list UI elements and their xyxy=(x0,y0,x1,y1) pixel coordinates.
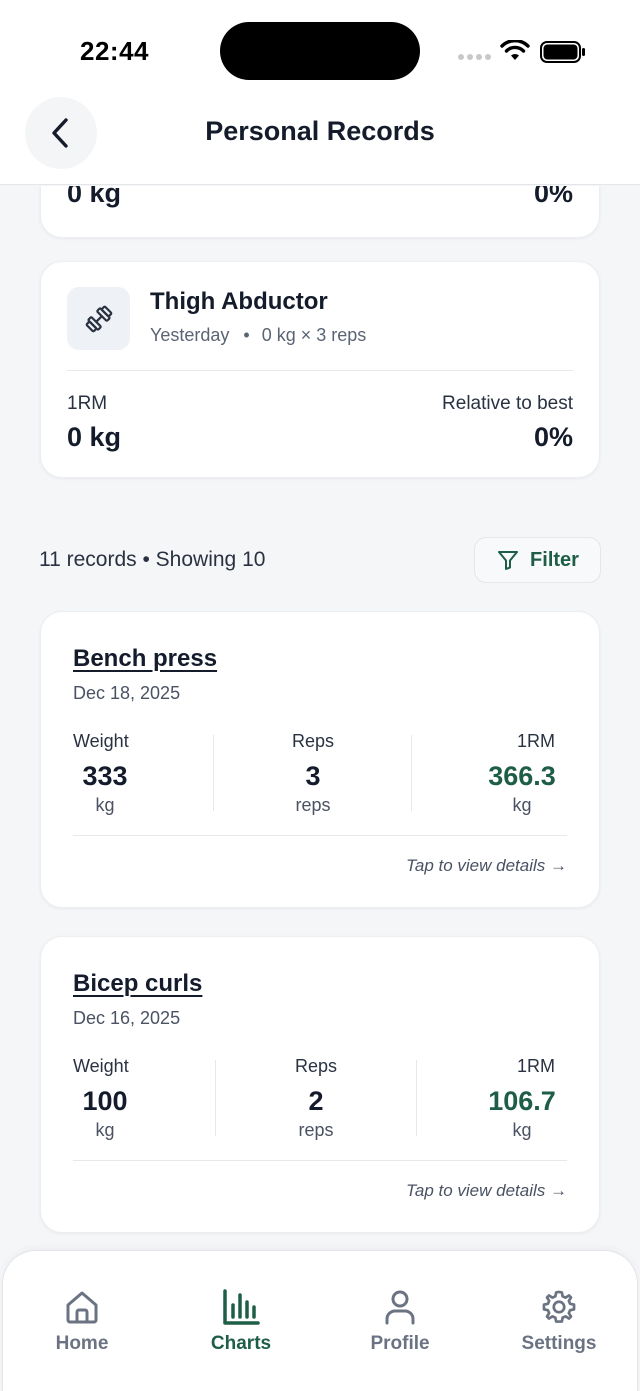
tab-charts[interactable]: Charts xyxy=(181,1287,301,1357)
dynamic-island xyxy=(220,22,420,80)
dumbbell-icon xyxy=(85,305,112,332)
tab-label: Charts xyxy=(210,1333,272,1354)
record-date: Dec 16, 2025 xyxy=(73,1008,181,1028)
record-card[interactable]: Bicep curls Dec 16, 2025 Weight 100 kg R… xyxy=(40,936,600,1233)
relative-label: Relative to best xyxy=(442,393,573,414)
exercise-meta: Yesterday • 0 kg × 3 reps xyxy=(150,325,366,346)
stat-value: 2 xyxy=(308,1086,324,1116)
meta-separator: • xyxy=(243,325,250,345)
stat-divider xyxy=(411,735,412,811)
relative-value: 0% xyxy=(533,186,573,208)
stat-one-rm: 1RM 106.7 kg xyxy=(477,1056,567,1140)
one-rm-value: 0 kg xyxy=(67,186,122,208)
status-bar: 22:44 xyxy=(0,0,640,100)
one-rm-value: 0 kg xyxy=(67,422,122,452)
pr-card[interactable]: Thigh Abductor Yesterday • 0 kg × 3 reps 1… xyxy=(40,261,600,478)
stat-label: Reps xyxy=(291,731,335,751)
stat-value: 106.7 xyxy=(488,1086,556,1116)
stat-label: 1RM xyxy=(516,731,555,751)
record-stats: Weight 100 kg Reps 2 reps 1RM 106.7 kg xyxy=(73,1056,567,1140)
status-icons xyxy=(458,38,588,66)
stat-unit: kg xyxy=(512,1120,532,1140)
divider xyxy=(67,370,573,371)
divider xyxy=(73,1160,567,1161)
person-icon xyxy=(385,1290,415,1325)
stat-value: 366.3 xyxy=(488,761,556,791)
stat-unit: reps xyxy=(298,1120,334,1140)
tab-label: Profile xyxy=(370,1333,430,1354)
stat-divider xyxy=(213,735,214,811)
exercise-set: 0 kg × 3 reps xyxy=(261,325,367,345)
tab-home[interactable]: Home xyxy=(22,1287,142,1357)
stat-reps: Reps 3 reps xyxy=(263,731,363,815)
record-name-link[interactable]: Bench press xyxy=(73,645,217,673)
cellular-signal-icon xyxy=(458,54,491,60)
record-name-link[interactable]: Bicep curls xyxy=(73,970,202,998)
stat-value: 3 xyxy=(305,761,321,791)
tab-label: Settings xyxy=(521,1333,597,1354)
stat-unit: kg xyxy=(95,795,115,815)
stat-divider xyxy=(215,1060,216,1136)
tab-bar: Home Charts Profile Settings xyxy=(2,1250,638,1391)
view-details-link[interactable]: Tap to view details → xyxy=(406,856,567,876)
stat-label: Reps xyxy=(294,1056,338,1076)
stat-unit: kg xyxy=(95,1120,115,1140)
one-rm-label: 1RM xyxy=(67,393,108,414)
exercise-when: Yesterday xyxy=(150,325,230,345)
stat-unit: reps xyxy=(295,795,331,815)
page-title: Personal Records xyxy=(205,116,435,146)
tab-settings[interactable]: Settings xyxy=(499,1287,619,1357)
exercise-icon-box xyxy=(67,287,130,350)
record-date: Dec 18, 2025 xyxy=(73,683,181,703)
record-card[interactable]: Bench press Dec 18, 2025 Weight 333 kg R… xyxy=(40,611,600,908)
view-details-link[interactable]: Tap to view details → xyxy=(406,1181,567,1201)
stat-value: 100 xyxy=(82,1086,128,1116)
scroll-content[interactable]: 0 kg 0% Thigh Abductor Yesterday • 0 kg × … xyxy=(0,186,640,1250)
exercise-name: Thigh Abductor xyxy=(150,288,328,315)
stat-label: Weight xyxy=(73,731,129,751)
pr-card[interactable]: 0 kg 0% xyxy=(40,186,600,238)
filter-icon xyxy=(498,551,519,570)
stat-label: Weight xyxy=(73,1056,129,1076)
screen: 22:44 Personal Records 0 kg 0% Thigh Abd… xyxy=(0,0,640,1391)
record-stats: Weight 333 kg Reps 3 reps 1RM 366.3 kg xyxy=(73,731,567,815)
bar-chart-icon xyxy=(223,1289,260,1325)
stat-divider xyxy=(416,1060,417,1136)
stat-unit: kg xyxy=(512,795,532,815)
filter-button[interactable]: Filter xyxy=(474,537,601,583)
status-time: 22:44 xyxy=(80,36,149,66)
home-icon xyxy=(66,1291,98,1324)
stat-weight: Weight 100 kg xyxy=(73,1056,137,1140)
gear-icon xyxy=(542,1290,576,1323)
tab-profile[interactable]: Profile xyxy=(340,1287,460,1357)
tab-label: Home xyxy=(55,1333,109,1354)
nav-header: Personal Records xyxy=(0,97,640,185)
relative-value: 0% xyxy=(533,422,573,452)
stat-value: 333 xyxy=(82,761,128,791)
stat-one-rm: 1RM 366.3 kg xyxy=(477,731,567,815)
stat-label: 1RM xyxy=(516,1056,555,1076)
battery-icon xyxy=(540,41,585,63)
wifi-icon xyxy=(500,40,530,60)
records-summary: 11 records • Showing 10 xyxy=(39,548,266,571)
divider xyxy=(73,835,567,836)
stat-weight: Weight 333 kg xyxy=(73,731,137,815)
filter-label: Filter xyxy=(530,548,579,571)
stat-reps: Reps 2 reps xyxy=(266,1056,366,1140)
